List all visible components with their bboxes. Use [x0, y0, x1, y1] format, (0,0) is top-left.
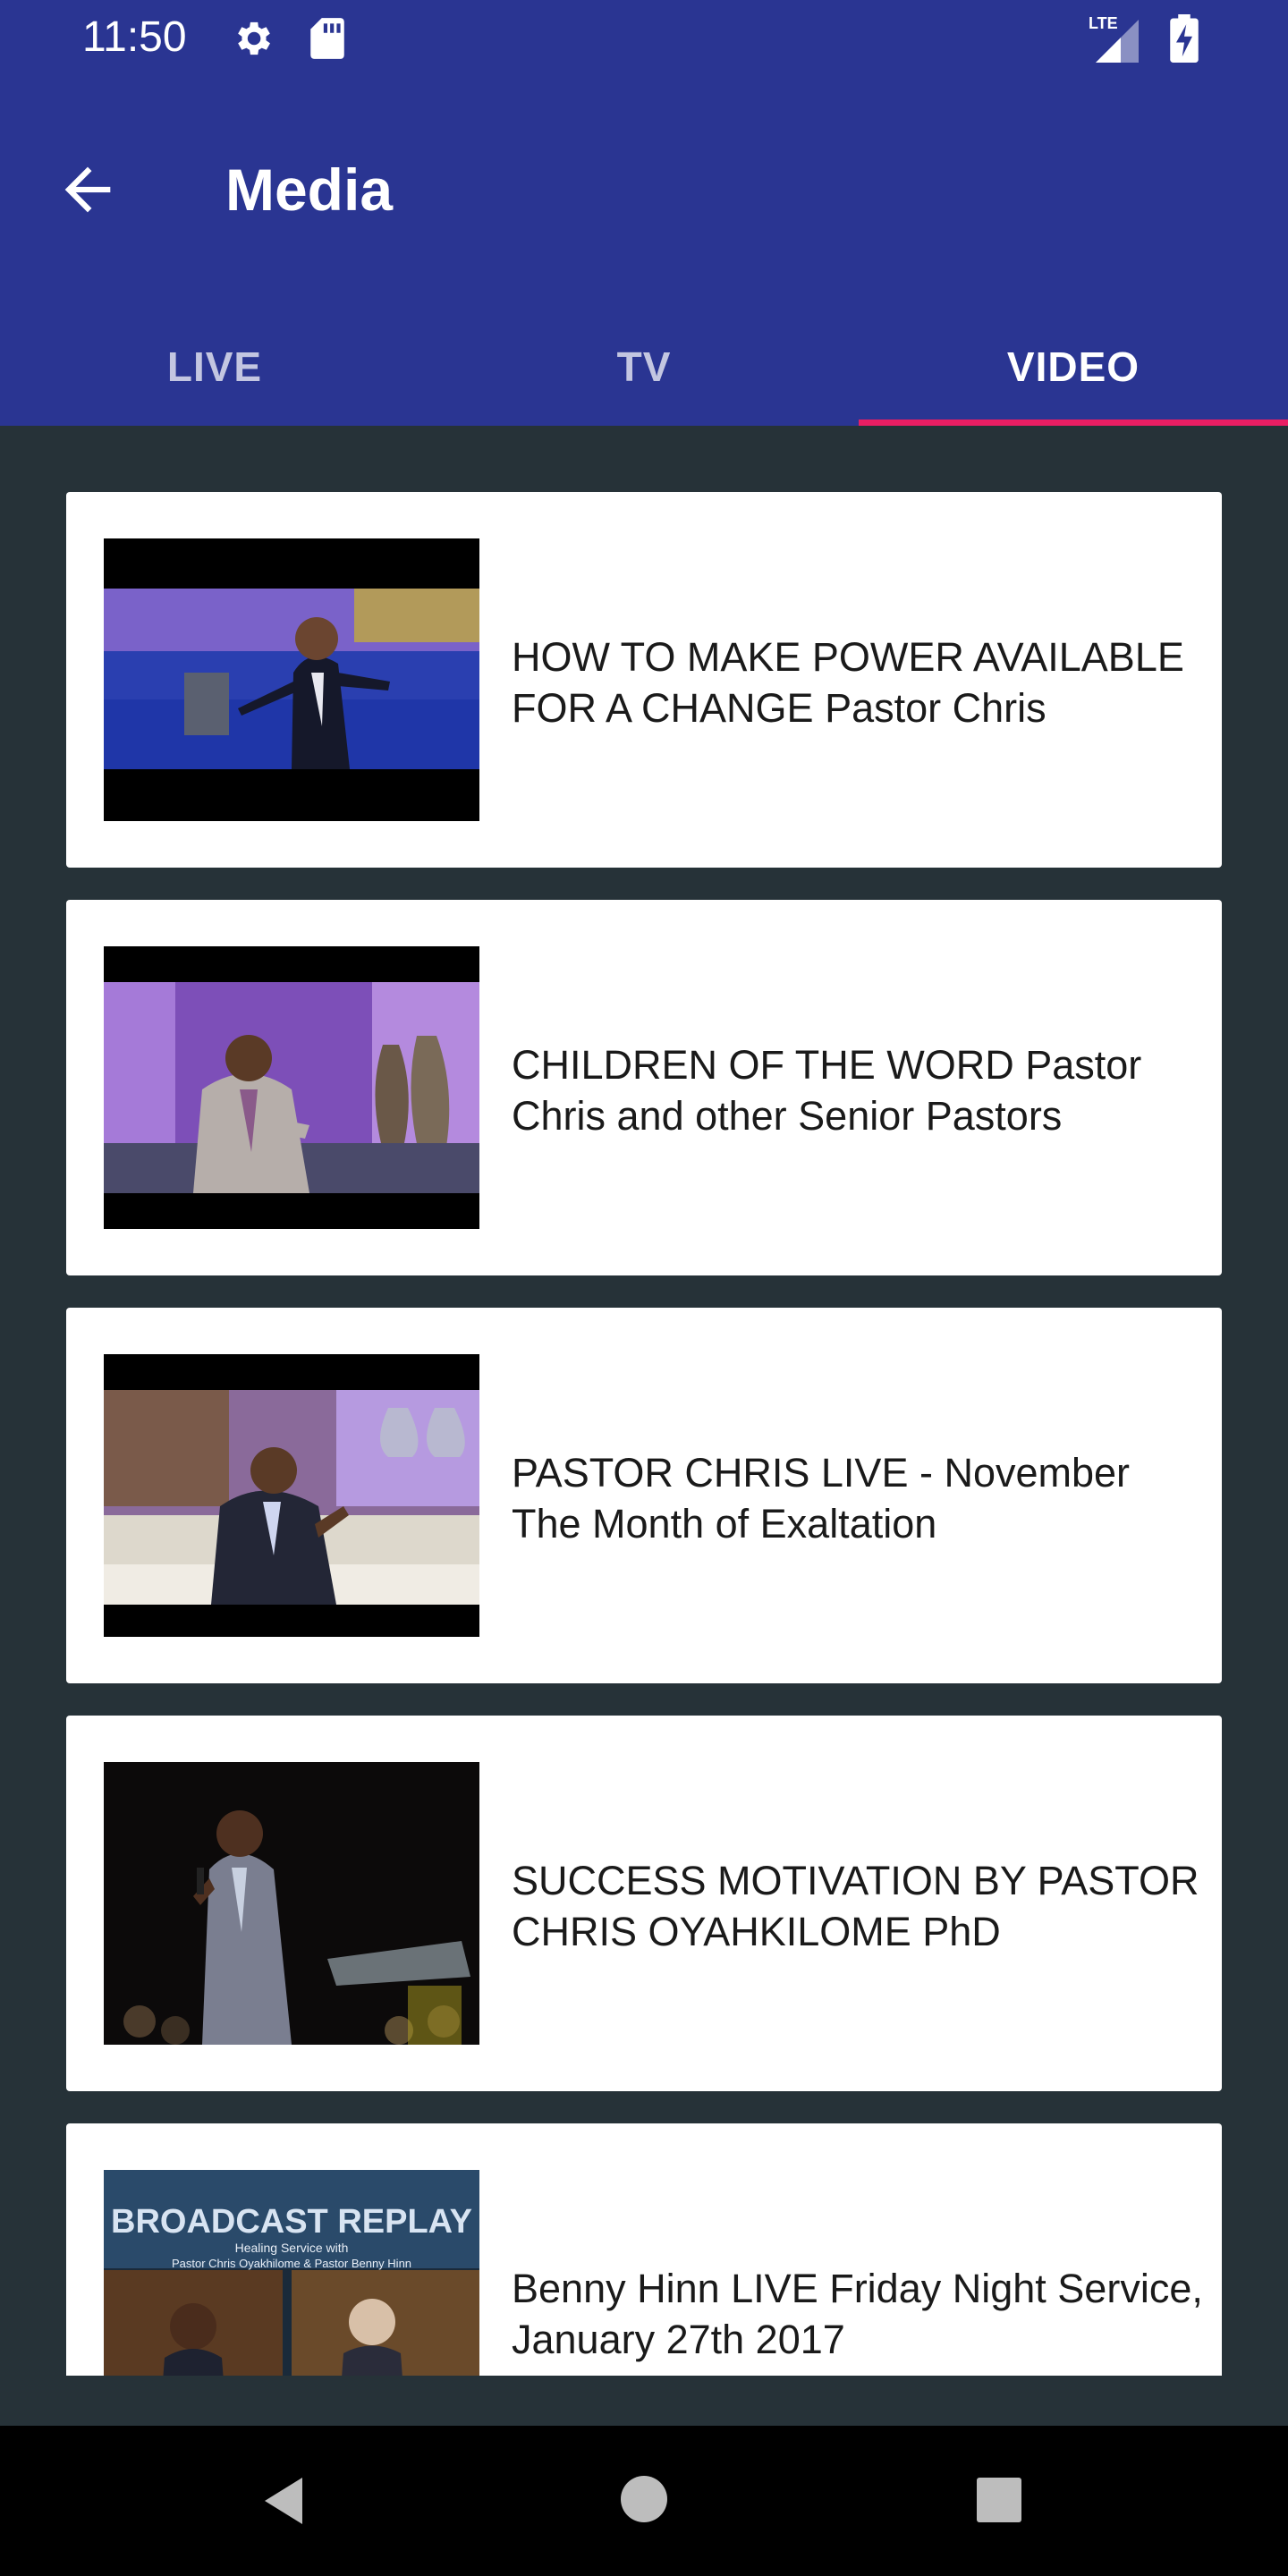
tab-tv[interactable]: TV [429, 308, 859, 426]
video-card[interactable]: PASTOR CHRIS LIVE - November The Month o… [66, 1308, 1222, 1683]
video-card[interactable]: BROADCAST REPLAY Healing Service with Pa… [66, 2123, 1222, 2376]
gear-icon [238, 21, 270, 55]
video-title: SUCCESS MOTIVATION BY PASTOR CHRIS OYAHK… [512, 1858, 1199, 1954]
tab-live[interactable]: LIVE [0, 308, 429, 426]
lte-label: LTE [1089, 14, 1118, 32]
thumb-subtext2: Pastor Chris Oyakhilome & Pastor Benny H… [172, 2257, 411, 2270]
page-title: Media [225, 157, 394, 223]
video-list[interactable]: HOW TO MAKE POWER AVAILABLE FOR A CHANGE… [0, 426, 1288, 2376]
video-thumbnail [104, 1354, 479, 1637]
video-card[interactable]: SUCCESS MOTIVATION BY PASTOR CHRIS OYAHK… [66, 1716, 1222, 2091]
arrow-back-icon[interactable] [54, 156, 122, 224]
status-time: 11:50 [82, 13, 187, 61]
tab-indicator [859, 419, 1288, 426]
navigation-bar [0, 2426, 1288, 2576]
status-bar: 11:50 LTE [0, 0, 1288, 75]
nav-recents-icon[interactable] [977, 2478, 1021, 2522]
video-thumbnail [104, 538, 479, 821]
tab-live-label: LIVE [166, 343, 263, 390]
video-title: PASTOR CHRIS LIVE - November The Month o… [512, 1450, 1131, 1546]
tab-bar: LIVE TV VIDEO [0, 308, 1288, 426]
thumb-subtext: Healing Service with [235, 2241, 349, 2255]
video-title: HOW TO MAKE POWER AVAILABLE FOR A CHANGE… [512, 634, 1184, 731]
video-card[interactable]: CHILDREN OF THE WORD Pastor Chris and ot… [66, 900, 1222, 1275]
sd-card-icon [310, 18, 344, 59]
video-title: CHILDREN OF THE WORD Pastor Chris and ot… [512, 1042, 1142, 1139]
video-title: Benny Hinn LIVE Friday Night Service, Ja… [512, 2266, 1203, 2362]
video-thumbnail: BROADCAST REPLAY Healing Service with Pa… [104, 2170, 479, 2376]
tab-video-label: VIDEO [1006, 343, 1140, 390]
nav-home-icon[interactable] [621, 2476, 667, 2522]
nav-back-icon[interactable] [259, 2472, 317, 2529]
app-bar: Media LIVE TV VIDEO [0, 75, 1288, 426]
thumb-broadcast-label: BROADCAST REPLAY [111, 2203, 472, 2241]
tab-tv-label: TV [616, 343, 672, 390]
battery-charging-icon [1170, 14, 1199, 63]
tab-video[interactable]: VIDEO [859, 308, 1288, 426]
signal-icon: LTE [1089, 14, 1139, 63]
video-thumbnail [104, 946, 479, 1229]
video-thumbnail [104, 1762, 479, 2045]
video-card[interactable]: HOW TO MAKE POWER AVAILABLE FOR A CHANGE… [66, 492, 1222, 868]
